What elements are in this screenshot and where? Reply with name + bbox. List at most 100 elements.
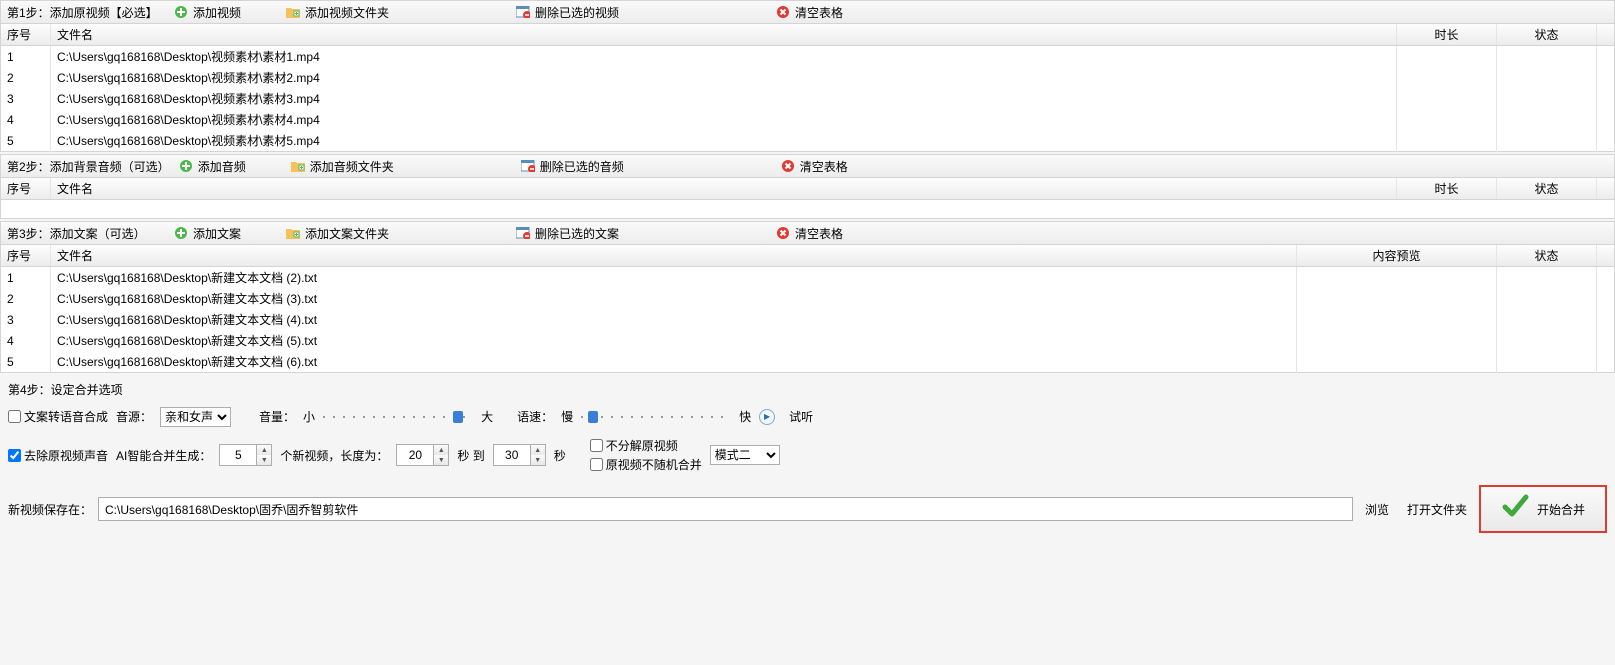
len-mid: 秒 到 <box>457 447 484 464</box>
start-merge-button[interactable]: 开始合并 <box>1479 485 1607 533</box>
check-icon <box>1501 492 1529 527</box>
speed-label: 语速： <box>517 408 553 425</box>
remove-audio-checkbox-label[interactable]: 去除原视频声音 <box>8 447 108 464</box>
text-table-header: 序号 文件名 内容预览 状态 <box>1 245 1615 267</box>
col-status[interactable]: 状态 <box>1497 24 1597 46</box>
preview-button[interactable]: 试听 <box>783 404 819 429</box>
col-preview[interactable]: 内容预览 <box>1297 245 1497 267</box>
up-arrow-icon[interactable]: ▲ <box>434 445 448 455</box>
delete-audio-button[interactable]: 删除已选的音频 <box>516 156 628 177</box>
add-video-button[interactable]: 添加视频 <box>169 2 245 23</box>
no-random-checkbox[interactable] <box>590 458 603 471</box>
col-extra <box>1597 178 1615 200</box>
vol-high: 大 <box>481 408 493 425</box>
table-row[interactable]: 2C:\Users\gq168168\Desktop\视频素材\素材2.mp4 <box>1 67 1615 88</box>
table-row[interactable]: 3C:\Users\gq168168\Desktop\新建文本文档 (4).tx… <box>1 309 1615 330</box>
add-audio-folder-button[interactable]: 添加音频文件夹 <box>286 156 398 177</box>
mode-select[interactable]: 模式二 <box>710 445 780 465</box>
step2-label: 第2步：添加背景音频（可选） <box>7 158 170 175</box>
tts-checkbox[interactable] <box>8 410 21 423</box>
volume-slider[interactable] <box>323 409 473 425</box>
add-audio-button[interactable]: 添加音频 <box>174 156 250 177</box>
count-spinner[interactable]: ▲▼ <box>219 444 272 466</box>
col-file[interactable]: 文件名 <box>51 24 1397 46</box>
no-random-checkbox-label[interactable]: 原视频不随机合并 <box>590 456 702 473</box>
open-folder-button[interactable]: 打开文件夹 <box>1401 497 1473 522</box>
step4-section: 第4步：设定合并选项 文案转语音合成 音源： 亲和女声 音量： 小 大 语速： … <box>0 375 1615 477</box>
add-text-button[interactable]: 添加文案 <box>169 223 245 244</box>
audio-table: 序号 文件名 时长 状态 <box>0 178 1615 219</box>
up-arrow-icon[interactable]: ▲ <box>531 445 545 455</box>
save-path-input[interactable] <box>98 497 1353 521</box>
bottom-bar: 新视频保存在： 浏览 打开文件夹 开始合并 <box>0 479 1615 543</box>
col-seq[interactable]: 序号 <box>1 245 51 267</box>
len-from-input[interactable] <box>397 445 433 465</box>
table-row[interactable]: 1C:\Users\gq168168\Desktop\视频素材\素材1.mp4 <box>1 46 1615 68</box>
window-delete-icon <box>515 4 531 20</box>
add-text-folder-button[interactable]: 添加文案文件夹 <box>281 223 393 244</box>
video-table-header: 序号 文件名 时长 状态 <box>1 24 1615 46</box>
start-merge-label: 开始合并 <box>1537 501 1585 518</box>
up-arrow-icon[interactable]: ▲ <box>257 445 271 455</box>
table-row[interactable]: 3C:\Users\gq168168\Desktop\视频素材\素材3.mp4 <box>1 88 1615 109</box>
clear-video-table-button[interactable]: 清空表格 <box>771 2 847 23</box>
remove-audio-checkbox[interactable] <box>8 449 21 462</box>
table-row[interactable]: 2C:\Users\gq168168\Desktop\新建文本文档 (3).tx… <box>1 288 1615 309</box>
col-file[interactable]: 文件名 <box>51 178 1397 200</box>
play-icon[interactable]: ▶ <box>759 409 775 425</box>
delete-video-button[interactable]: 删除已选的视频 <box>511 2 623 23</box>
clear-audio-table-button[interactable]: 清空表格 <box>776 156 852 177</box>
tts-checkbox-label[interactable]: 文案转语音合成 <box>8 408 108 425</box>
voice-label: 音源： <box>116 408 152 425</box>
table-row[interactable]: 5C:\Users\gq168168\Desktop\视频素材\素材5.mp4 <box>1 130 1615 152</box>
text-table: 序号 文件名 内容预览 状态 1C:\Users\gq168168\Deskto… <box>0 245 1615 373</box>
count-suffix: 个新视频，长度为： <box>280 447 388 464</box>
step1-section: 第1步：添加原视频【必选】 添加视频 添加视频文件夹 删除已选的视频 <box>0 0 1615 152</box>
voice-select[interactable]: 亲和女声 <box>160 407 231 427</box>
step1-label: 第1步：添加原视频【必选】 <box>7 4 165 21</box>
add-audio-folder-label: 添加音频文件夹 <box>310 158 394 175</box>
col-status[interactable]: 状态 <box>1497 245 1597 267</box>
col-extra <box>1597 245 1615 267</box>
len-to-input[interactable] <box>494 445 530 465</box>
speed-slider[interactable] <box>581 409 731 425</box>
step4-row2: 去除原视频声音 AI智能合并生成： ▲▼ 个新视频，长度为： ▲▼ 秒 到 ▲▼… <box>0 433 1615 477</box>
len-to-spinner[interactable]: ▲▼ <box>493 444 546 466</box>
clear-audio-label: 清空表格 <box>800 158 848 175</box>
clear-text-label: 清空表格 <box>795 225 843 242</box>
tts-text: 文案转语音合成 <box>24 408 108 425</box>
no-split-text: 不分解原视频 <box>606 437 678 454</box>
add-circle-icon <box>173 4 189 20</box>
no-split-checkbox-label[interactable]: 不分解原视频 <box>590 437 702 454</box>
col-status[interactable]: 状态 <box>1497 178 1597 200</box>
down-arrow-icon[interactable]: ▼ <box>257 455 271 465</box>
col-dur[interactable]: 时长 <box>1397 24 1497 46</box>
table-row[interactable]: 1C:\Users\gq168168\Desktop\新建文本文档 (2).tx… <box>1 267 1615 289</box>
folder-add-icon <box>285 225 301 241</box>
down-arrow-icon[interactable]: ▼ <box>434 455 448 465</box>
delete-text-button[interactable]: 删除已选的文案 <box>511 223 623 244</box>
add-video-folder-button[interactable]: 添加视频文件夹 <box>281 2 393 23</box>
step3-label: 第3步：添加文案（可选） <box>7 225 165 242</box>
clear-text-table-button[interactable]: 清空表格 <box>771 223 847 244</box>
col-extra <box>1597 24 1615 46</box>
video-table: 序号 文件名 时长 状态 1C:\Users\gq168168\Desktop\… <box>0 24 1615 152</box>
col-seq[interactable]: 序号 <box>1 24 51 46</box>
down-arrow-icon[interactable]: ▼ <box>531 455 545 465</box>
window-delete-icon <box>520 158 536 174</box>
col-file[interactable]: 文件名 <box>51 245 1297 267</box>
delete-circle-icon <box>780 158 796 174</box>
table-row[interactable]: 4C:\Users\gq168168\Desktop\视频素材\素材4.mp4 <box>1 109 1615 130</box>
col-seq[interactable]: 序号 <box>1 178 51 200</box>
speed-high: 快 <box>739 408 751 425</box>
table-row[interactable]: 4C:\Users\gq168168\Desktop\新建文本文档 (5).tx… <box>1 330 1615 351</box>
add-video-folder-label: 添加视频文件夹 <box>305 4 389 21</box>
len-from-spinner[interactable]: ▲▼ <box>396 444 449 466</box>
window-delete-icon <box>515 225 531 241</box>
browse-button[interactable]: 浏览 <box>1359 497 1395 522</box>
no-split-checkbox[interactable] <box>590 439 603 452</box>
volume-label: 音量： <box>259 408 295 425</box>
count-input[interactable] <box>220 445 256 465</box>
table-row[interactable]: 5C:\Users\gq168168\Desktop\新建文本文档 (6).tx… <box>1 351 1615 373</box>
col-dur[interactable]: 时长 <box>1397 178 1497 200</box>
